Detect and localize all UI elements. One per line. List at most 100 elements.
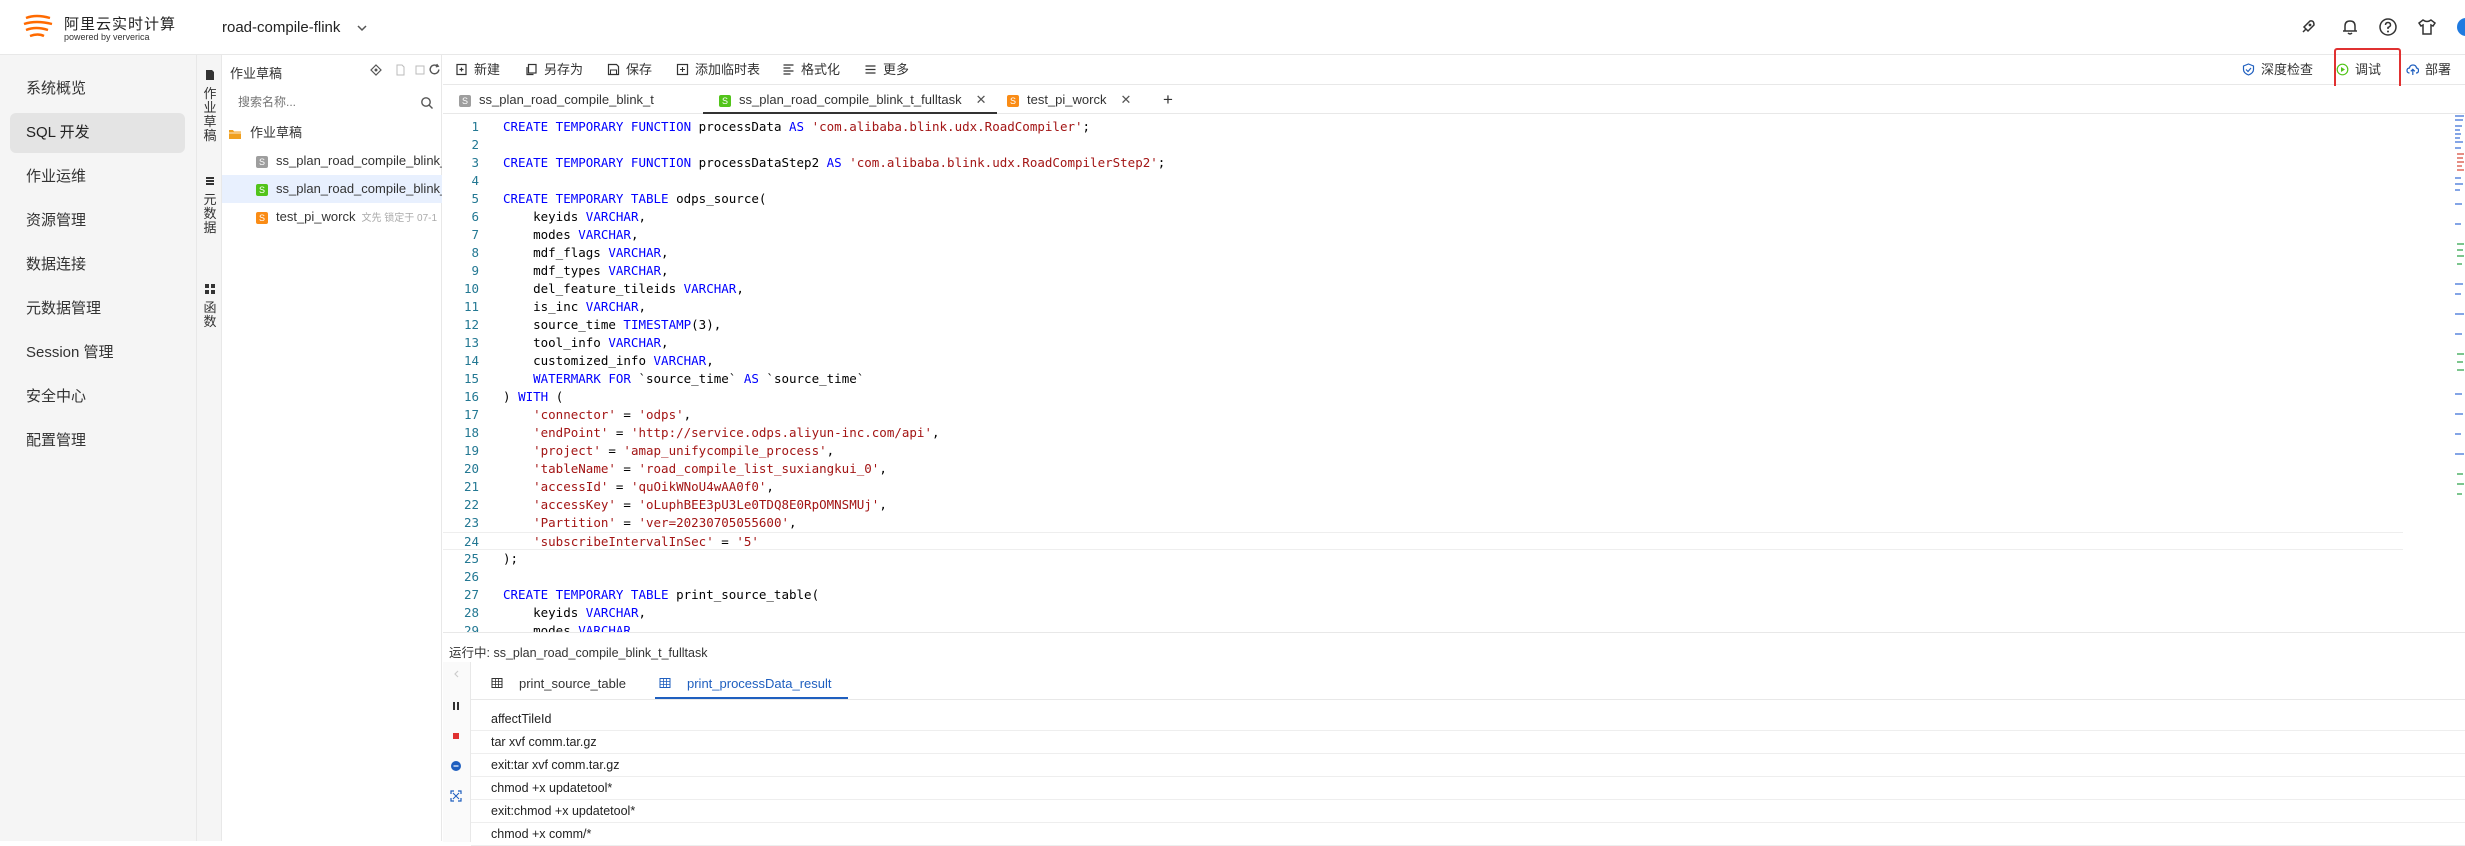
code-line[interactable]: 27 CREATE TEMPORARY TABLE print_source_ta… (443, 586, 2403, 604)
nav-item-system-overview[interactable]: 系统概览 (10, 69, 185, 109)
save-as-button[interactable]: 另存为 (525, 55, 583, 85)
new-file-icon[interactable] (394, 64, 406, 76)
search-input[interactable] (230, 88, 430, 116)
chevron-down-icon[interactable] (356, 22, 368, 34)
code-line[interactable]: 8 mdf_flags VARCHAR, (443, 244, 2403, 262)
code-line[interactable]: 19 'project' = 'amap_unifycompile_proces… (443, 442, 2403, 460)
nav-item-config-mgmt[interactable]: 配置管理 (10, 421, 185, 461)
save-button[interactable]: 保存 (607, 55, 652, 85)
code-line[interactable]: 10 del_feature_tileids VARCHAR, (443, 280, 2403, 298)
result-tab[interactable]: print_source_table (491, 669, 626, 699)
code-line[interactable]: 22 'accessKey' = 'oLuphBEE3pU3Le0TDQ8E0R… (443, 496, 2403, 514)
new-button[interactable]: 新建 (455, 55, 500, 85)
add-tab-icon[interactable]: + (1163, 86, 1173, 114)
code-text: modes VARCHAR (503, 623, 631, 632)
nav-item-metadata-mgmt[interactable]: 元数据管理 (10, 289, 185, 329)
file-tab-active[interactable]: Sss_plan_road_compile_blink_t_fulltask ✕ (703, 86, 997, 114)
code-line[interactable]: 13 tool_info VARCHAR, (443, 334, 2403, 352)
new-button-label: 新建 (474, 62, 501, 77)
bell-icon[interactable] (2340, 17, 2360, 37)
tree-file-row[interactable]: Sss_plan_road_compile_blink_t (222, 147, 442, 175)
code-line[interactable]: 25); (443, 550, 2403, 568)
close-icon[interactable]: ✕ (976, 92, 987, 107)
stop-icon[interactable] (450, 730, 462, 742)
line-number: 25 (463, 551, 479, 566)
help-icon[interactable] (2378, 17, 2398, 37)
code-text: mdf_flags VARCHAR, (503, 245, 669, 260)
line-number: 1 (471, 119, 479, 134)
code-line[interactable]: 23 'Partition' = 'ver=20230705055600', (443, 514, 2403, 532)
drafts-panel-title: 作业草稿 (230, 66, 283, 81)
line-number: 5 (471, 191, 479, 206)
code-line[interactable]: 11 is_inc VARCHAR, (443, 298, 2403, 316)
code-line[interactable]: 16) WITH ( (443, 388, 2403, 406)
code-line[interactable]: 7 modes VARCHAR, (443, 226, 2403, 244)
code-line[interactable]: 3 CREATE TEMPORARY FUNCTION processDataSt… (443, 154, 2403, 172)
code-line[interactable]: 9 mdf_types VARCHAR, (443, 262, 2403, 280)
tree-file-row[interactable]: Stest_pi_worck 文先 锁定于 07-1 (222, 203, 442, 231)
code-line[interactable]: 5 CREATE TEMPORARY TABLE odps_source( (443, 190, 2403, 208)
deep-check-button[interactable]: 深度检查 (2242, 55, 2313, 85)
add-temp-table-button[interactable]: 添加临时表 (676, 55, 760, 85)
search-icon[interactable] (420, 96, 434, 110)
sql-code-editor[interactable]: 1 CREATE TEMPORARY FUNCTION processData A… (443, 114, 2465, 632)
line-number: 26 (463, 569, 479, 584)
vtab-drafts[interactable]: 作业草稿 (197, 69, 223, 143)
code-line[interactable]: 20 'tableName' = 'road_compile_list_suxi… (443, 460, 2403, 478)
code-line[interactable]: 26 (443, 568, 2403, 586)
running-status: 运行中: ss_plan_road_compile_blink_t_fullta… (449, 646, 708, 660)
code-line[interactable]: 21 'accessId' = 'quOikWNoU4wAA0f0', (443, 478, 2403, 496)
line-number: 15 (463, 371, 479, 386)
line-number: 4 (471, 173, 479, 188)
shirt-icon[interactable] (2417, 17, 2437, 37)
code-line[interactable]: 17 'connector' = 'odps', (443, 406, 2403, 424)
code-line[interactable]: 4 (443, 172, 2403, 190)
nav-item-security-center[interactable]: 安全中心 (10, 377, 185, 417)
aliyun-logo-icon[interactable] (22, 12, 58, 40)
code-line[interactable]: 14 customized_info VARCHAR, (443, 352, 2403, 370)
console-icon[interactable] (450, 760, 462, 772)
nav-item-data-connection[interactable]: 数据连接 (10, 245, 185, 285)
line-number: 19 (463, 443, 479, 458)
tree-file-row-selected[interactable]: Sss_plan_road_compile_blink_ (222, 175, 442, 203)
file-tab[interactable]: Stest_pi_worck ✕ (991, 86, 1131, 114)
code-line[interactable]: 1 CREATE TEMPORARY FUNCTION processData A… (443, 118, 2403, 136)
editor-minimap[interactable] (2455, 114, 2465, 534)
new-folder-icon[interactable] (414, 64, 426, 76)
code-line[interactable]: 6 keyids VARCHAR, (443, 208, 2403, 226)
line-number: 29 (463, 623, 479, 632)
user-avatar-icon[interactable] (2456, 17, 2465, 37)
deploy-button[interactable]: 部署 (2406, 55, 2451, 85)
table-icon (659, 678, 671, 688)
code-line[interactable]: 29 modes VARCHAR (443, 622, 2403, 632)
menu-icon (865, 65, 876, 74)
line-number: 3 (471, 155, 479, 170)
sql-file-icon: S (256, 211, 268, 224)
nav-item-session-mgmt[interactable]: Session 管理 (10, 333, 185, 373)
code-line[interactable]: 12 source_time TIMESTAMP(3), (443, 316, 2403, 334)
tree-folder-drafts[interactable]: 作业草稿 (222, 119, 442, 147)
expand-icon[interactable] (450, 790, 462, 802)
result-tab-active[interactable]: print_processData_result (655, 669, 848, 699)
nav-item-sql-dev[interactable]: SQL 开发 (10, 113, 185, 153)
more-button[interactable]: 更多 (864, 55, 909, 85)
vtab-metadata[interactable]: 元数据 (197, 175, 223, 235)
locate-icon[interactable] (370, 64, 382, 76)
pause-icon[interactable] (450, 700, 462, 712)
vtab-functions[interactable]: 函数 (197, 283, 223, 329)
code-text: 'accessKey' = 'oLuphBEE3pU3Le0TDQ8E0RpOM… (533, 497, 887, 512)
code-line[interactable]: 2 (443, 136, 2403, 154)
refresh-icon[interactable] (428, 63, 441, 76)
close-icon[interactable]: ✕ (1120, 92, 1131, 107)
project-selector[interactable]: road-compile-flink (222, 19, 340, 36)
code-line[interactable]: 15 WATERMARK FOR `source_time` AS `sourc… (443, 370, 2403, 388)
nav-item-job-ops[interactable]: 作业运维 (10, 157, 185, 197)
code-line[interactable]: 18 'endPoint' = 'http://service.odps.ali… (443, 424, 2403, 442)
back-icon[interactable] (450, 668, 462, 680)
code-line[interactable]: 28 keyids VARCHAR, (443, 604, 2403, 622)
code-line[interactable]: 24 'subscribeIntervalInSec' = '5' (443, 532, 2403, 550)
nav-item-resource-mgmt[interactable]: 资源管理 (10, 201, 185, 241)
file-tab[interactable]: Sss_plan_road_compile_blink_t (443, 86, 654, 114)
rocket-icon[interactable] (2298, 17, 2318, 37)
format-button[interactable]: 格式化 (782, 55, 840, 85)
